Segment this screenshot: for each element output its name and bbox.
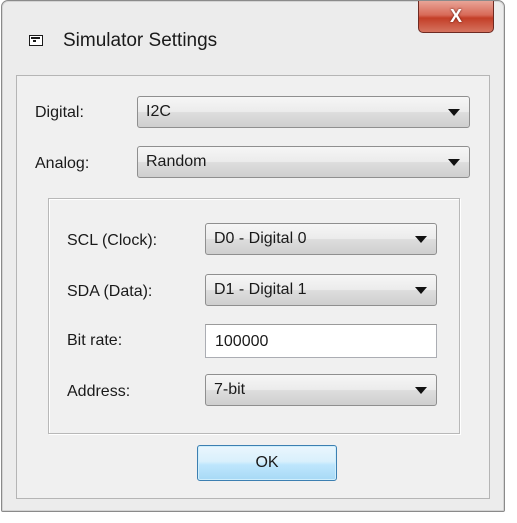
analog-value: Random [146, 153, 207, 170]
ok-button[interactable]: OK [197, 445, 337, 481]
chevron-down-icon [415, 287, 427, 294]
sda-select[interactable]: D1 - Digital 1 [205, 274, 437, 306]
sda-value: D1 - Digital 1 [214, 281, 307, 298]
analog-select[interactable]: Random [137, 146, 470, 178]
i2c-settings-group: SCL (Clock): D0 - Digital 0 SDA (Data): … [48, 198, 460, 434]
scl-value: D0 - Digital 0 [214, 230, 307, 247]
chevron-down-icon [448, 109, 460, 116]
bitrate-label: Bit rate: [67, 332, 123, 349]
chevron-down-icon [415, 236, 427, 243]
window-title: Simulator Settings [63, 30, 218, 51]
window-icon [29, 35, 43, 46]
ok-label: OK [255, 454, 279, 471]
sda-label: SDA (Data): [67, 283, 153, 300]
close-icon: X [449, 6, 462, 26]
simulator-settings-dialog: Simulator Settings X Digital: I2C Analog… [1, 0, 505, 512]
bitrate-input[interactable]: 100000 [205, 324, 437, 358]
title-bar[interactable]: Simulator Settings X [2, 1, 504, 71]
dialog-body: Digital: I2C Analog: Random SCL (Clock):… [16, 75, 490, 499]
chevron-down-icon [448, 159, 460, 166]
digital-label: Digital: [35, 104, 84, 121]
digital-value: I2C [146, 103, 171, 120]
close-button[interactable]: X [418, 1, 494, 33]
address-value: 7-bit [214, 381, 246, 398]
bitrate-value: 100000 [215, 333, 269, 350]
scl-select[interactable]: D0 - Digital 0 [205, 223, 437, 255]
chevron-down-icon [415, 387, 427, 394]
digital-select[interactable]: I2C [137, 96, 470, 128]
address-select[interactable]: 7-bit [205, 374, 437, 406]
scl-label: SCL (Clock): [67, 232, 158, 249]
analog-label: Analog: [35, 155, 90, 172]
address-label: Address: [67, 383, 131, 400]
